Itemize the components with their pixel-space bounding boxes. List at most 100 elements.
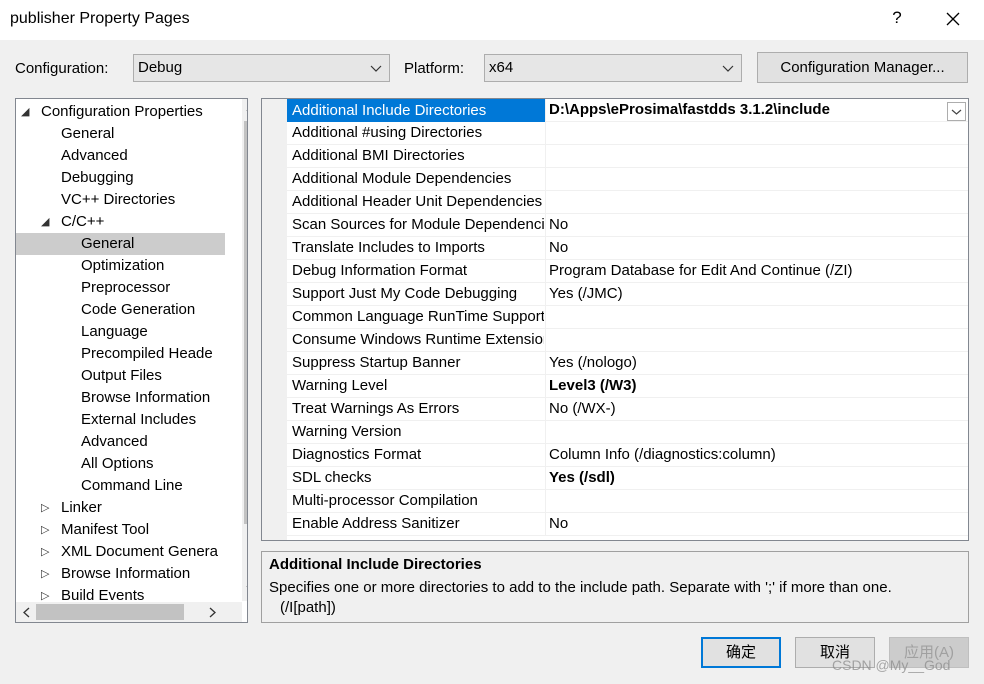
collapsed-arrow-icon[interactable]: ▷ bbox=[41, 541, 49, 563]
tree-item[interactable]: ◢ Configuration Properties bbox=[16, 101, 225, 123]
property-value[interactable]: No bbox=[549, 216, 568, 233]
tree-item[interactable]: Precompiled Heade bbox=[16, 343, 225, 365]
tree-item[interactable]: ▷ Browse Information bbox=[16, 563, 225, 585]
scroll-right-icon[interactable] bbox=[208, 607, 218, 618]
value-dropdown-button[interactable] bbox=[947, 102, 966, 121]
column-separator bbox=[545, 444, 546, 467]
tree-item[interactable]: Advanced bbox=[16, 431, 225, 453]
tree-item[interactable]: General bbox=[16, 123, 225, 145]
property-value[interactable]: D:\Apps\eProsima\fastdds 3.1.2\include bbox=[549, 101, 830, 118]
column-separator bbox=[545, 329, 546, 352]
help-button[interactable]: ? bbox=[887, 8, 907, 30]
property-row[interactable]: Diagnostics Format Column Info (/diagnost… bbox=[287, 444, 968, 467]
category-tree[interactable]: ◢ Configuration Properties General Advanced… bbox=[15, 98, 248, 623]
column-separator bbox=[545, 122, 546, 145]
property-row[interactable]: Enable Address Sanitizer No bbox=[287, 513, 968, 536]
scroll-up-icon[interactable] bbox=[246, 103, 248, 113]
property-name: Multi-processor Compilation bbox=[292, 492, 478, 509]
tree-item[interactable]: External Includes bbox=[16, 409, 225, 431]
tree-item-label: Output Files bbox=[81, 367, 162, 384]
property-row[interactable]: Treat Warnings As Errors No (/WX-) bbox=[287, 398, 968, 421]
tree-horizontal-scrollbar[interactable] bbox=[16, 602, 242, 622]
platform-label: Platform: bbox=[404, 60, 465, 77]
tree-item[interactable]: Browse Information bbox=[16, 387, 225, 409]
property-row[interactable]: Additional BMI Directories bbox=[287, 145, 968, 168]
ok-button[interactable]: 确定 bbox=[701, 637, 781, 668]
property-value[interactable]: Yes (/nologo) bbox=[549, 354, 637, 371]
expanded-arrow-icon[interactable]: ◢ bbox=[21, 101, 29, 123]
tree-item-label: Browse Information bbox=[81, 389, 211, 406]
property-value[interactable]: No bbox=[549, 239, 568, 256]
property-row[interactable]: Support Just My Code Debugging Yes (/JMC) bbox=[287, 283, 968, 306]
property-row[interactable]: Consume Windows Runtime Extension bbox=[287, 329, 968, 352]
tree-item-label: XML Document Genera bbox=[61, 543, 219, 560]
tree-item-label: Optimization bbox=[81, 257, 165, 274]
tree-item[interactable]: All Options bbox=[16, 453, 225, 475]
property-value[interactable]: No bbox=[549, 515, 568, 532]
column-separator bbox=[545, 352, 546, 375]
property-row[interactable]: Scan Sources for Module Dependencies No bbox=[287, 214, 968, 237]
property-row[interactable]: Multi-processor Compilation bbox=[287, 490, 968, 513]
property-row[interactable]: Additional Header Unit Dependencies bbox=[287, 191, 968, 214]
scroll-left-icon[interactable] bbox=[21, 607, 31, 618]
property-name: Consume Windows Runtime Extension bbox=[292, 331, 544, 348]
tree-vertical-scrollbar[interactable] bbox=[242, 99, 248, 601]
expanded-arrow-icon[interactable]: ◢ bbox=[41, 211, 49, 233]
tree-item-label: Language bbox=[81, 323, 148, 340]
property-row[interactable]: Additional Module Dependencies bbox=[287, 168, 968, 191]
property-grid[interactable]: Additional Include Directories D:\Apps\eP… bbox=[261, 98, 969, 541]
property-value[interactable]: Yes (/sdl) bbox=[549, 469, 615, 486]
property-row[interactable]: Additional Include Directories D:\Apps\eP… bbox=[287, 99, 968, 122]
tree-item[interactable]: Optimization bbox=[16, 255, 225, 277]
tree-item[interactable]: ▷ Manifest Tool bbox=[16, 519, 225, 541]
tree-scroll-thumb[interactable] bbox=[244, 121, 247, 524]
property-value[interactable]: No (/WX-) bbox=[549, 400, 616, 417]
platform-select[interactable]: x64 bbox=[484, 54, 742, 82]
property-row[interactable]: Common Language RunTime Support bbox=[287, 306, 968, 329]
property-value[interactable]: Yes (/JMC) bbox=[549, 285, 623, 302]
tree-item[interactable]: Language bbox=[16, 321, 225, 343]
tree-item[interactable]: Command Line bbox=[16, 475, 225, 497]
collapsed-arrow-icon[interactable]: ▷ bbox=[41, 497, 49, 519]
tree-item[interactable]: Preprocessor bbox=[16, 277, 225, 299]
tree-item[interactable]: ▷ Linker bbox=[16, 497, 225, 519]
tree-item-label: Command Line bbox=[81, 477, 183, 494]
property-name: Additional #using Directories bbox=[292, 124, 483, 141]
tree-item[interactable]: General bbox=[16, 233, 225, 255]
property-value[interactable]: Column Info (/diagnostics:column) bbox=[549, 446, 776, 463]
tree-item[interactable]: Output Files bbox=[16, 365, 225, 387]
property-value[interactable]: Program Database for Edit And Continue (… bbox=[549, 262, 852, 279]
column-separator bbox=[545, 490, 546, 513]
tree-item[interactable]: Code Generation bbox=[16, 299, 225, 321]
property-name: Debug Information Format bbox=[292, 262, 468, 279]
chevron-down-icon bbox=[722, 65, 734, 72]
column-separator bbox=[545, 513, 546, 536]
property-row[interactable]: Additional #using Directories bbox=[287, 122, 968, 145]
property-row[interactable]: Debug Information Format Program Database… bbox=[287, 260, 968, 283]
tree-item[interactable]: VC++ Directories bbox=[16, 189, 225, 211]
tree-item[interactable]: Advanced bbox=[16, 145, 225, 167]
property-row[interactable]: Translate Includes to Imports No bbox=[287, 237, 968, 260]
tree-item-label: Preprocessor bbox=[81, 279, 171, 296]
collapsed-arrow-icon[interactable]: ▷ bbox=[41, 519, 49, 541]
property-name: Treat Warnings As Errors bbox=[292, 400, 460, 417]
tree-item[interactable]: Debugging bbox=[16, 167, 225, 189]
property-name: SDL checks bbox=[292, 469, 372, 486]
property-row[interactable]: Suppress Startup Banner Yes (/nologo) bbox=[287, 352, 968, 375]
property-name: Translate Includes to Imports bbox=[292, 239, 485, 256]
property-row[interactable]: SDL checks Yes (/sdl) bbox=[287, 467, 968, 490]
property-value[interactable]: Level3 (/W3) bbox=[549, 377, 637, 394]
close-button[interactable] bbox=[938, 6, 968, 32]
collapsed-arrow-icon[interactable]: ▷ bbox=[41, 563, 49, 585]
tree-item[interactable]: ▷ XML Document Genera bbox=[16, 541, 225, 563]
configuration-select[interactable]: Debug bbox=[133, 54, 390, 82]
property-row[interactable]: Warning Level Level3 (/W3) bbox=[287, 375, 968, 398]
scroll-down-icon[interactable] bbox=[246, 584, 248, 594]
property-row[interactable]: Warning Version bbox=[287, 421, 968, 444]
property-name: Additional Module Dependencies bbox=[292, 170, 512, 187]
tree-item[interactable]: ◢ C/C++ bbox=[16, 211, 225, 233]
configuration-manager-button[interactable]: Configuration Manager... bbox=[757, 52, 968, 83]
tree-hscroll-thumb[interactable] bbox=[36, 604, 184, 620]
window-title: publisher Property Pages bbox=[10, 10, 190, 27]
property-name: Suppress Startup Banner bbox=[292, 354, 461, 371]
